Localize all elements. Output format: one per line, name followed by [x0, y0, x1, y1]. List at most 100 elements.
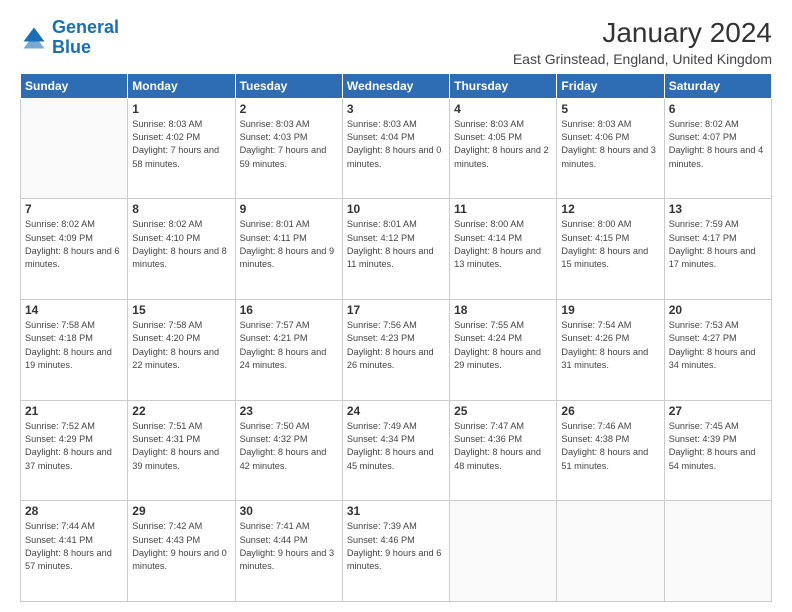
- day-number: 30: [240, 504, 338, 518]
- calendar-cell: 11 Sunrise: 8:00 AM Sunset: 4:14 PM Dayli…: [450, 199, 557, 300]
- day-info: Sunrise: 7:42 AM Sunset: 4:43 PM Dayligh…: [132, 520, 230, 573]
- day-info: Sunrise: 8:00 AM Sunset: 4:14 PM Dayligh…: [454, 218, 552, 271]
- logo-icon: [20, 24, 48, 52]
- day-info: Sunrise: 8:02 AM Sunset: 4:07 PM Dayligh…: [669, 118, 767, 171]
- calendar-cell: 19Sunrise: 7:54 AM Sunset: 4:26 PM Dayli…: [557, 300, 664, 401]
- day-number: 28: [25, 504, 123, 518]
- calendar-cell: 20 Sunrise: 7:53 AM Sunset: 4:27 PM Dayli…: [664, 300, 771, 401]
- day-number: 26: [561, 404, 659, 418]
- day-number: 2: [240, 102, 338, 116]
- day-number: 15: [132, 303, 230, 317]
- calendar-cell: 30 Sunrise: 7:41 AM Sunset: 4:44 PM Dayli…: [235, 501, 342, 602]
- calendar-cell: 2Sunrise: 8:03 AM Sunset: 4:03 PM Daylig…: [235, 98, 342, 199]
- calendar-cell: 18 Sunrise: 7:55 AM Sunset: 4:24 PM Dayli…: [450, 300, 557, 401]
- calendar-week-3: 21 Sunrise: 7:52 AM Sunset: 4:29 PM Dayli…: [21, 400, 772, 501]
- day-info: Sunrise: 7:56 AM Sunset: 4:23 PM Dayligh…: [347, 319, 445, 372]
- calendar-body: 1 Sunrise: 8:03 AM Sunset: 4:02 PM Daylig…: [21, 98, 772, 601]
- calendar-cell: 17 Sunrise: 7:56 AM Sunset: 4:23 PM Dayli…: [342, 300, 449, 401]
- day-info: Sunrise: 7:39 AM Sunset: 4:46 PM Dayligh…: [347, 520, 445, 573]
- day-number: 17: [347, 303, 445, 317]
- day-number: 24: [347, 404, 445, 418]
- logo: General Blue: [20, 18, 119, 58]
- calendar-cell: 23Sunrise: 7:50 AM Sunset: 4:32 PM Dayli…: [235, 400, 342, 501]
- day-info: Sunrise: 7:57 AM Sunset: 4:21 PM Dayligh…: [240, 319, 338, 372]
- logo-general: General: [52, 17, 119, 37]
- calendar-cell: 3 Sunrise: 8:03 AM Sunset: 4:04 PM Daylig…: [342, 98, 449, 199]
- day-number: 20: [669, 303, 767, 317]
- day-number: 21: [25, 404, 123, 418]
- th-friday: Friday: [557, 73, 664, 98]
- calendar-cell: 1 Sunrise: 8:03 AM Sunset: 4:02 PM Daylig…: [128, 98, 235, 199]
- day-number: 16: [240, 303, 338, 317]
- day-info: Sunrise: 8:00 AM Sunset: 4:15 PM Dayligh…: [561, 218, 659, 271]
- calendar-cell: 21 Sunrise: 7:52 AM Sunset: 4:29 PM Dayli…: [21, 400, 128, 501]
- day-number: 11: [454, 202, 552, 216]
- calendar-week-2: 14Sunrise: 7:58 AM Sunset: 4:18 PM Dayli…: [21, 300, 772, 401]
- logo-blue: Blue: [52, 37, 91, 57]
- calendar-cell: 28Sunrise: 7:44 AM Sunset: 4:41 PM Dayli…: [21, 501, 128, 602]
- calendar-cell: 14Sunrise: 7:58 AM Sunset: 4:18 PM Dayli…: [21, 300, 128, 401]
- day-info: Sunrise: 7:51 AM Sunset: 4:31 PM Dayligh…: [132, 420, 230, 473]
- th-thursday: Thursday: [450, 73, 557, 98]
- day-number: 3: [347, 102, 445, 116]
- day-number: 19: [561, 303, 659, 317]
- calendar-cell: 10 Sunrise: 8:01 AM Sunset: 4:12 PM Dayli…: [342, 199, 449, 300]
- day-info: Sunrise: 7:59 AM Sunset: 4:17 PM Dayligh…: [669, 218, 767, 271]
- calendar-cell: 16 Sunrise: 7:57 AM Sunset: 4:21 PM Dayli…: [235, 300, 342, 401]
- calendar-cell: [21, 98, 128, 199]
- day-info: Sunrise: 7:52 AM Sunset: 4:29 PM Dayligh…: [25, 420, 123, 473]
- title-block: January 2024 East Grinstead, England, Un…: [513, 18, 772, 67]
- day-number: 27: [669, 404, 767, 418]
- day-info: Sunrise: 7:46 AM Sunset: 4:38 PM Dayligh…: [561, 420, 659, 473]
- day-number: 23: [240, 404, 338, 418]
- th-wednesday: Wednesday: [342, 73, 449, 98]
- day-number: 9: [240, 202, 338, 216]
- calendar-cell: 13Sunrise: 7:59 AM Sunset: 4:17 PM Dayli…: [664, 199, 771, 300]
- day-number: 6: [669, 102, 767, 116]
- day-number: 5: [561, 102, 659, 116]
- day-number: 18: [454, 303, 552, 317]
- calendar-cell: [450, 501, 557, 602]
- day-number: 4: [454, 102, 552, 116]
- calendar-header: Sunday Monday Tuesday Wednesday Thursday…: [21, 73, 772, 98]
- calendar-cell: 22 Sunrise: 7:51 AM Sunset: 4:31 PM Dayli…: [128, 400, 235, 501]
- day-info: Sunrise: 7:49 AM Sunset: 4:34 PM Dayligh…: [347, 420, 445, 473]
- th-monday: Monday: [128, 73, 235, 98]
- day-info: Sunrise: 7:53 AM Sunset: 4:27 PM Dayligh…: [669, 319, 767, 372]
- day-info: Sunrise: 8:03 AM Sunset: 4:06 PM Dayligh…: [561, 118, 659, 171]
- page: General Blue January 2024 East Grinstead…: [0, 0, 792, 612]
- day-number: 1: [132, 102, 230, 116]
- day-info: Sunrise: 7:41 AM Sunset: 4:44 PM Dayligh…: [240, 520, 338, 573]
- day-number: 8: [132, 202, 230, 216]
- day-info: Sunrise: 8:03 AM Sunset: 4:04 PM Dayligh…: [347, 118, 445, 171]
- calendar-cell: 12Sunrise: 8:00 AM Sunset: 4:15 PM Dayli…: [557, 199, 664, 300]
- th-tuesday: Tuesday: [235, 73, 342, 98]
- calendar-cell: 29Sunrise: 7:42 AM Sunset: 4:43 PM Dayli…: [128, 501, 235, 602]
- calendar-cell: 5 Sunrise: 8:03 AM Sunset: 4:06 PM Daylig…: [557, 98, 664, 199]
- calendar-week-4: 28Sunrise: 7:44 AM Sunset: 4:41 PM Dayli…: [21, 501, 772, 602]
- day-info: Sunrise: 8:02 AM Sunset: 4:10 PM Dayligh…: [132, 218, 230, 271]
- day-number: 31: [347, 504, 445, 518]
- calendar-cell: 8 Sunrise: 8:02 AM Sunset: 4:10 PM Daylig…: [128, 199, 235, 300]
- calendar-cell: 6 Sunrise: 8:02 AM Sunset: 4:07 PM Daylig…: [664, 98, 771, 199]
- day-info: Sunrise: 7:45 AM Sunset: 4:39 PM Dayligh…: [669, 420, 767, 473]
- calendar-cell: [664, 501, 771, 602]
- day-info: Sunrise: 7:55 AM Sunset: 4:24 PM Dayligh…: [454, 319, 552, 372]
- logo-text: General Blue: [52, 18, 119, 58]
- day-info: Sunrise: 8:02 AM Sunset: 4:09 PM Dayligh…: [25, 218, 123, 271]
- day-number: 10: [347, 202, 445, 216]
- calendar-cell: 27 Sunrise: 7:45 AM Sunset: 4:39 PM Dayli…: [664, 400, 771, 501]
- day-info: Sunrise: 7:58 AM Sunset: 4:20 PM Dayligh…: [132, 319, 230, 372]
- day-info: Sunrise: 8:03 AM Sunset: 4:05 PM Dayligh…: [454, 118, 552, 171]
- day-info: Sunrise: 8:01 AM Sunset: 4:12 PM Dayligh…: [347, 218, 445, 271]
- calendar-cell: 24 Sunrise: 7:49 AM Sunset: 4:34 PM Dayli…: [342, 400, 449, 501]
- calendar-cell: 26 Sunrise: 7:46 AM Sunset: 4:38 PM Dayli…: [557, 400, 664, 501]
- calendar-cell: 7Sunrise: 8:02 AM Sunset: 4:09 PM Daylig…: [21, 199, 128, 300]
- day-info: Sunrise: 8:03 AM Sunset: 4:02 PM Dayligh…: [132, 118, 230, 171]
- day-number: 22: [132, 404, 230, 418]
- calendar-cell: 15 Sunrise: 7:58 AM Sunset: 4:20 PM Dayli…: [128, 300, 235, 401]
- day-number: 14: [25, 303, 123, 317]
- th-saturday: Saturday: [664, 73, 771, 98]
- day-info: Sunrise: 7:47 AM Sunset: 4:36 PM Dayligh…: [454, 420, 552, 473]
- calendar-cell: 9Sunrise: 8:01 AM Sunset: 4:11 PM Daylig…: [235, 199, 342, 300]
